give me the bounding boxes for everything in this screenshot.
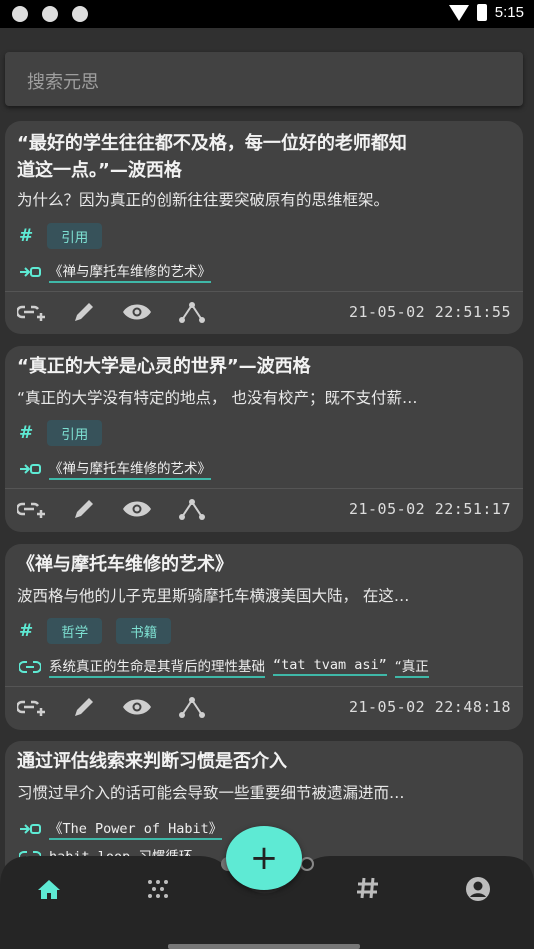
edit-icon[interactable] (71, 301, 97, 323)
edit-icon[interactable] (71, 696, 97, 718)
backlink-icon (20, 823, 41, 834)
link-icon (19, 660, 41, 673)
tag-chip[interactable]: 哲学 (47, 618, 103, 644)
backlink-icon (20, 463, 41, 474)
tag-row: # 哲学 书籍 (19, 618, 172, 644)
view-icon[interactable] (121, 498, 153, 520)
card-title: 道这一点。”—波西格 (17, 160, 182, 181)
divider (5, 488, 523, 489)
add-link-icon[interactable] (17, 301, 47, 323)
card-body: 波西格与他的儿子克里斯骑摩托车横渡美国大陆， 在这… (17, 587, 410, 605)
timestamp: 21-05-02 22:48:18 (348, 698, 511, 716)
add-link-icon[interactable] (17, 696, 47, 718)
graph-node-icon[interactable] (177, 696, 207, 718)
fab-plus-label: + (249, 838, 279, 878)
search-placeholder: 搜索元思 (27, 72, 99, 93)
graph-node-icon[interactable] (177, 301, 207, 323)
status-bar: 5:15 (0, 0, 534, 28)
link-row: 《禅与摩托车维修的艺术》 (19, 457, 211, 480)
tag-chip[interactable]: 书籍 (116, 618, 172, 644)
backlink-icon (20, 266, 41, 277)
add-note-button[interactable]: + (226, 826, 302, 890)
battery-icon (476, 4, 487, 21)
shield-icon (72, 6, 88, 22)
tag-chip[interactable]: 引用 (47, 223, 103, 249)
tag-chip[interactable]: 引用 (47, 420, 103, 446)
card-title: “最好的学生往往都不及格，每一位好的老师都知 (17, 133, 407, 154)
link-row: 系统真正的生命是其背后的理性基础 “tat tvam asi” “真正 (19, 655, 514, 678)
card-actions (17, 498, 207, 520)
hash-icon: # (19, 621, 34, 641)
wifi-icon (448, 4, 469, 21)
card-title: 《禅与摩托车维修的艺术》 (17, 554, 233, 575)
view-icon[interactable] (121, 301, 153, 323)
view-icon[interactable] (121, 696, 153, 718)
idea-card[interactable]: “真正的大学是心灵的世界”—波西格 “真正的大学没有特定的地点， 也没有校产；既… (5, 346, 523, 532)
wechat-icon (12, 6, 28, 22)
graph-node-icon[interactable] (177, 498, 207, 520)
hash-icon: # (19, 423, 34, 443)
linked-note[interactable]: 《The Power of Habit》 (49, 817, 223, 840)
idea-card[interactable]: “最好的学生往往都不及格，每一位好的老师都知 道这一点。”—波西格 为什么？因为… (5, 121, 523, 334)
linked-note[interactable]: 系统真正的生命是其背后的理性基础 (49, 655, 265, 678)
linked-note[interactable]: 《禅与摩托车维修的艺术》 (49, 260, 211, 283)
link-row: 《禅与摩托车维修的艺术》 (19, 260, 211, 283)
card-actions (17, 696, 207, 718)
clock: 5:15 (494, 4, 524, 21)
linked-note[interactable]: 《禅与摩托车维修的艺术》 (49, 457, 211, 480)
card-body: 习惯过早介入的话可能会导致一些重要细节被遗漏进而… (17, 784, 405, 802)
fab-handle-dot (300, 857, 314, 871)
tag-row: # 引用 (19, 420, 103, 446)
card-title: 通过评估线索来判断习惯是否介入 (17, 751, 287, 772)
card-body: 为什么？因为真正的创新往往要突破原有的思维框架。 (17, 191, 390, 209)
add-link-icon[interactable] (17, 498, 47, 520)
divider (5, 291, 523, 292)
link-row: 《The Power of Habit》 (19, 817, 223, 840)
search-input[interactable]: 搜索元思 (5, 52, 523, 106)
timestamp: 21-05-02 22:51:55 (348, 303, 511, 321)
linked-note[interactable]: “真正 (394, 655, 429, 678)
linked-note[interactable]: “tat tvam asi” (273, 657, 387, 676)
card-actions (17, 301, 207, 323)
tag-row: # 引用 (19, 223, 103, 249)
timestamp: 21-05-02 22:51:17 (348, 500, 511, 518)
idea-card[interactable]: 《禅与摩托车维修的艺术》 波西格与他的儿子克里斯骑摩托车横渡美国大陆， 在这… … (5, 544, 523, 730)
card-title: “真正的大学是心灵的世界”—波西格 (17, 356, 311, 377)
tag-icon[interactable] (356, 876, 380, 904)
home-icon[interactable] (36, 878, 62, 904)
hash-icon: # (19, 226, 34, 246)
shield-icon (42, 6, 58, 22)
edit-icon[interactable] (71, 498, 97, 520)
graph-icon[interactable] (146, 878, 170, 904)
account-icon[interactable] (465, 876, 491, 906)
divider (5, 686, 523, 687)
card-body: “真正的大学没有特定的地点， 也没有校产；既不支付薪… (17, 389, 418, 407)
